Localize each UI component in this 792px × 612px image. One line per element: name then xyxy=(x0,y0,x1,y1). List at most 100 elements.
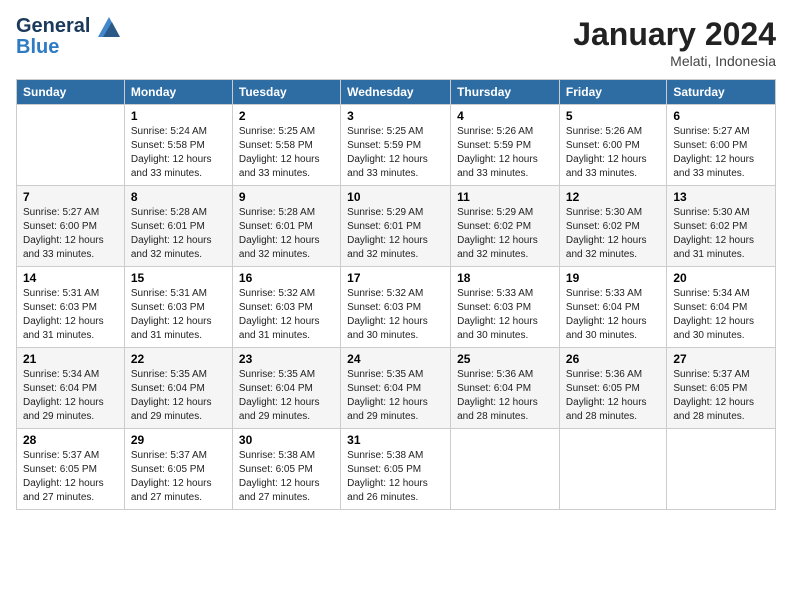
cell-content: Sunrise: 5:33 AM Sunset: 6:03 PM Dayligh… xyxy=(457,287,553,343)
cell-content: Sunrise: 5:30 AM Sunset: 6:02 PM Dayligh… xyxy=(566,206,660,262)
day-number: 8 xyxy=(131,190,226,204)
calendar-cell: 20 Sunrise: 5:34 AM Sunset: 6:04 PM Dayli… xyxy=(667,267,776,348)
calendar-cell: 31 Sunrise: 5:38 AM Sunset: 6:05 PM Dayli… xyxy=(341,429,451,510)
calendar-cell xyxy=(559,429,666,510)
cell-content: Sunrise: 5:31 AM Sunset: 6:03 PM Dayligh… xyxy=(23,287,118,343)
calendar-cell: 6Sunrise: 5:27 AM Sunset: 6:00 PM Daylig… xyxy=(667,105,776,186)
cell-content: Sunrise: 5:38 AM Sunset: 6:05 PM Dayligh… xyxy=(347,449,444,505)
week-row-1: 1 Sunrise: 5:24 AM Sunset: 5:58 PM Daylig… xyxy=(17,105,776,186)
cell-content: Sunrise: 5:32 AM Sunset: 6:03 PM Dayligh… xyxy=(239,287,334,343)
calendar-cell: 21 Sunrise: 5:34 AM Sunset: 6:04 PM Dayli… xyxy=(17,348,125,429)
calendar-cell: 2 Sunrise: 5:25 AM Sunset: 5:58 PM Daylig… xyxy=(232,105,340,186)
cell-content: Sunrise: 5:35 AM Sunset: 6:04 PM Dayligh… xyxy=(347,368,444,424)
day-number: 12 xyxy=(566,190,660,204)
day-number: 23 xyxy=(239,352,334,366)
calendar-cell: 13 Sunrise: 5:30 AM Sunset: 6:02 PM Dayli… xyxy=(667,186,776,267)
calendar-cell: 7 Sunrise: 5:27 AM Sunset: 6:00 PM Daylig… xyxy=(17,186,125,267)
day-number: 15 xyxy=(131,271,226,285)
calendar-cell: 24 Sunrise: 5:35 AM Sunset: 6:04 PM Dayli… xyxy=(341,348,451,429)
cell-content: Sunrise: 5:32 AM Sunset: 6:03 PM Dayligh… xyxy=(347,287,444,343)
calendar-cell: 22Sunrise: 5:35 AM Sunset: 6:04 PM Dayli… xyxy=(124,348,232,429)
day-number: 26 xyxy=(566,352,660,366)
day-number: 9 xyxy=(239,190,334,204)
cell-content: Sunrise: 5:37 AM Sunset: 6:05 PM Dayligh… xyxy=(131,449,226,505)
day-number: 17 xyxy=(347,271,444,285)
calendar-cell: 1 Sunrise: 5:24 AM Sunset: 5:58 PM Daylig… xyxy=(124,105,232,186)
cell-content: Sunrise: 5:29 AM Sunset: 6:02 PM Dayligh… xyxy=(457,206,553,262)
location: Melati, Indonesia xyxy=(573,53,776,69)
day-number: 4 xyxy=(457,109,553,123)
day-number: 27 xyxy=(673,352,769,366)
cell-content: Sunrise: 5:38 AM Sunset: 6:05 PM Dayligh… xyxy=(239,449,334,505)
day-number: 31 xyxy=(347,433,444,447)
cell-content: Sunrise: 5:36 AM Sunset: 6:05 PM Dayligh… xyxy=(566,368,660,424)
day-number: 14 xyxy=(23,271,118,285)
logo: General Blue xyxy=(16,16,120,57)
calendar-cell: 28Sunrise: 5:37 AM Sunset: 6:05 PM Dayli… xyxy=(17,429,125,510)
cell-content: Sunrise: 5:34 AM Sunset: 6:04 PM Dayligh… xyxy=(673,287,769,343)
calendar-cell: 29 Sunrise: 5:37 AM Sunset: 6:05 PM Dayli… xyxy=(124,429,232,510)
day-header-saturday: Saturday xyxy=(667,80,776,105)
day-number: 10 xyxy=(347,190,444,204)
cell-content: Sunrise: 5:26 AM Sunset: 6:00 PM Dayligh… xyxy=(566,125,660,181)
cell-content: Sunrise: 5:29 AM Sunset: 6:01 PM Dayligh… xyxy=(347,206,444,262)
calendar-cell: 18Sunrise: 5:33 AM Sunset: 6:03 PM Dayli… xyxy=(451,267,560,348)
calendar-cell: 9 Sunrise: 5:28 AM Sunset: 6:01 PM Daylig… xyxy=(232,186,340,267)
day-number: 30 xyxy=(239,433,334,447)
days-header-row: SundayMondayTuesdayWednesdayThursdayFrid… xyxy=(17,80,776,105)
day-number: 5 xyxy=(566,109,660,123)
calendar-cell: 15Sunrise: 5:31 AM Sunset: 6:03 PM Dayli… xyxy=(124,267,232,348)
cell-content: Sunrise: 5:36 AM Sunset: 6:04 PM Dayligh… xyxy=(457,368,553,424)
calendar-cell: 26 Sunrise: 5:36 AM Sunset: 6:05 PM Dayli… xyxy=(559,348,666,429)
day-number: 13 xyxy=(673,190,769,204)
cell-content: Sunrise: 5:33 AM Sunset: 6:04 PM Dayligh… xyxy=(566,287,660,343)
day-number: 19 xyxy=(566,271,660,285)
cell-content: Sunrise: 5:27 AM Sunset: 6:00 PM Dayligh… xyxy=(23,206,118,262)
logo-blue: Blue xyxy=(16,37,120,57)
calendar-cell: 27 Sunrise: 5:37 AM Sunset: 6:05 PM Dayli… xyxy=(667,348,776,429)
calendar-cell xyxy=(451,429,560,510)
day-header-wednesday: Wednesday xyxy=(341,80,451,105)
day-number: 1 xyxy=(131,109,226,123)
cell-content: Sunrise: 5:26 AM Sunset: 5:59 PM Dayligh… xyxy=(457,125,553,181)
week-row-5: 28Sunrise: 5:37 AM Sunset: 6:05 PM Dayli… xyxy=(17,429,776,510)
day-number: 29 xyxy=(131,433,226,447)
day-number: 3 xyxy=(347,109,444,123)
day-number: 20 xyxy=(673,271,769,285)
day-header-tuesday: Tuesday xyxy=(232,80,340,105)
day-number: 24 xyxy=(347,352,444,366)
cell-content: Sunrise: 5:25 AM Sunset: 5:58 PM Dayligh… xyxy=(239,125,334,181)
calendar-cell: 23 Sunrise: 5:35 AM Sunset: 6:04 PM Dayli… xyxy=(232,348,340,429)
cell-content: Sunrise: 5:24 AM Sunset: 5:58 PM Dayligh… xyxy=(131,125,226,181)
cell-content: Sunrise: 5:34 AM Sunset: 6:04 PM Dayligh… xyxy=(23,368,118,424)
day-number: 11 xyxy=(457,190,553,204)
calendar-cell: 5 Sunrise: 5:26 AM Sunset: 6:00 PM Daylig… xyxy=(559,105,666,186)
cell-content: Sunrise: 5:37 AM Sunset: 6:05 PM Dayligh… xyxy=(23,449,118,505)
calendar-cell: 11 Sunrise: 5:29 AM Sunset: 6:02 PM Dayli… xyxy=(451,186,560,267)
cell-content: Sunrise: 5:35 AM Sunset: 6:04 PM Dayligh… xyxy=(239,368,334,424)
calendar-cell: 12 Sunrise: 5:30 AM Sunset: 6:02 PM Dayli… xyxy=(559,186,666,267)
cell-content: Sunrise: 5:28 AM Sunset: 6:01 PM Dayligh… xyxy=(239,206,334,262)
cell-content: Sunrise: 5:30 AM Sunset: 6:02 PM Dayligh… xyxy=(673,206,769,262)
cell-content: Sunrise: 5:35 AM Sunset: 6:04 PM Dayligh… xyxy=(131,368,226,424)
day-number: 2 xyxy=(239,109,334,123)
calendar-cell: 17 Sunrise: 5:32 AM Sunset: 6:03 PM Dayli… xyxy=(341,267,451,348)
day-header-friday: Friday xyxy=(559,80,666,105)
week-row-4: 21 Sunrise: 5:34 AM Sunset: 6:04 PM Dayli… xyxy=(17,348,776,429)
title-section: January 2024 Melati, Indonesia xyxy=(573,16,776,69)
week-row-2: 7 Sunrise: 5:27 AM Sunset: 6:00 PM Daylig… xyxy=(17,186,776,267)
cell-content: Sunrise: 5:27 AM Sunset: 6:00 PM Dayligh… xyxy=(673,125,769,181)
calendar-cell xyxy=(17,105,125,186)
cell-content: Sunrise: 5:25 AM Sunset: 5:59 PM Dayligh… xyxy=(347,125,444,181)
cell-content: Sunrise: 5:37 AM Sunset: 6:05 PM Dayligh… xyxy=(673,368,769,424)
calendar-cell: 25Sunrise: 5:36 AM Sunset: 6:04 PM Dayli… xyxy=(451,348,560,429)
calendar-cell: 19 Sunrise: 5:33 AM Sunset: 6:04 PM Dayli… xyxy=(559,267,666,348)
day-number: 7 xyxy=(23,190,118,204)
calendar-table: SundayMondayTuesdayWednesdayThursdayFrid… xyxy=(16,79,776,510)
cell-content: Sunrise: 5:28 AM Sunset: 6:01 PM Dayligh… xyxy=(131,206,226,262)
calendar-cell: 30 Sunrise: 5:38 AM Sunset: 6:05 PM Dayli… xyxy=(232,429,340,510)
day-number: 21 xyxy=(23,352,118,366)
month-title: January 2024 xyxy=(573,16,776,53)
calendar-cell xyxy=(667,429,776,510)
calendar-cell: 4 Sunrise: 5:26 AM Sunset: 5:59 PM Daylig… xyxy=(451,105,560,186)
